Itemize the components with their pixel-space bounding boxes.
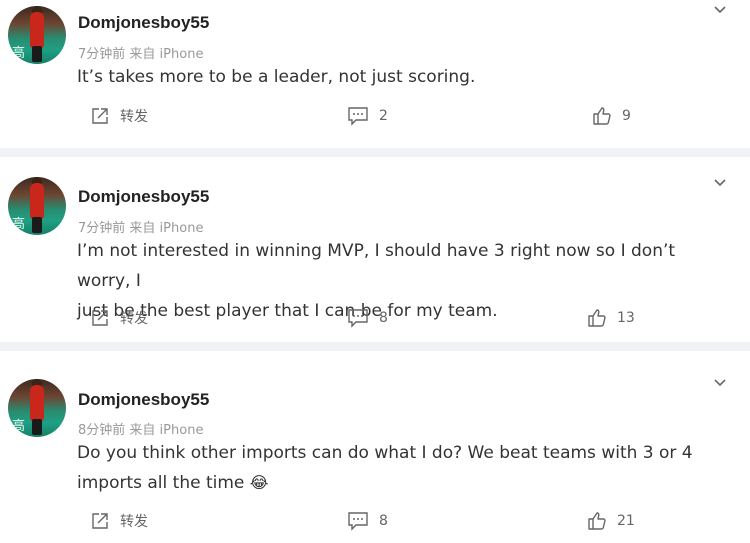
comment-count: 2 — [379, 108, 388, 124]
thumbs-up-icon — [588, 512, 606, 530]
avatar[interactable]: 高 — [8, 177, 66, 235]
source: 来自 iPhone — [129, 47, 204, 62]
timestamp: 8分钟前 — [78, 423, 126, 438]
avatar[interactable]: 高 — [8, 6, 66, 64]
username[interactable]: Domjonesboy55 — [78, 187, 209, 207]
comment-count: 8 — [379, 513, 388, 529]
text-line: Do you think other imports can do what I… — [77, 443, 693, 463]
repost-icon — [92, 108, 108, 124]
avatar[interactable]: 高 — [8, 379, 66, 437]
comment-card: 高 Domjonesboy55 7分钟前 来自 iPhone I’m not i… — [0, 157, 750, 342]
repost-button[interactable]: 转发 — [90, 106, 148, 126]
timestamp: 7分钟前 — [78, 47, 126, 62]
repost-button[interactable]: 转发 — [90, 308, 148, 328]
like-button[interactable]: 9 — [592, 106, 631, 126]
text-line: imports all the time 😂 — [77, 473, 269, 493]
text-line: It’s takes more to be a leader, not just… — [77, 67, 476, 87]
comment-icon — [348, 512, 368, 531]
like-button[interactable]: 21 — [587, 511, 635, 531]
like-count: 21 — [617, 513, 635, 529]
laughing-emoji: 😂 — [249, 473, 269, 492]
source: 来自 iPhone — [129, 221, 204, 236]
repost-button[interactable]: 转发 — [90, 511, 148, 531]
comment-text: It’s takes more to be a leader, not just… — [77, 62, 727, 92]
timestamp: 7分钟前 — [78, 221, 126, 236]
thumbs-up-icon — [593, 107, 611, 125]
repost-label: 转发 — [120, 311, 148, 327]
repost-label: 转发 — [120, 109, 148, 125]
post-meta: 7分钟前 来自 iPhone — [78, 43, 203, 62]
divider — [0, 342, 750, 351]
comment-button[interactable]: 2 — [347, 106, 388, 126]
username[interactable]: Domjonesboy55 — [78, 13, 209, 33]
repost-icon — [92, 310, 108, 326]
divider — [0, 148, 750, 157]
username[interactable]: Domjonesboy55 — [78, 390, 209, 410]
like-count: 9 — [622, 108, 631, 124]
post-meta: 8分钟前 来自 iPhone — [78, 419, 203, 438]
thumbs-up-icon — [588, 309, 606, 327]
repost-label: 转发 — [120, 514, 148, 530]
post-meta: 7分钟前 来自 iPhone — [78, 217, 203, 236]
chevron-down-icon[interactable] — [712, 375, 728, 391]
like-button[interactable]: 13 — [587, 308, 635, 328]
comment-text: Do you think other imports can do what I… — [77, 438, 727, 498]
chevron-down-icon[interactable] — [712, 175, 728, 191]
like-count: 13 — [617, 310, 635, 326]
repost-icon — [92, 513, 108, 529]
source: 来自 iPhone — [129, 423, 204, 438]
comment-icon — [348, 107, 368, 126]
comment-button[interactable]: 8 — [347, 308, 388, 328]
comment-card: 高 Domjonesboy55 8分钟前 来自 iPhone Do you th… — [0, 351, 750, 543]
comment-button[interactable]: 8 — [347, 511, 388, 531]
comment-feed: 高 Domjonesboy55 7分钟前 来自 iPhone It’s take… — [0, 0, 750, 543]
comment-card: 高 Domjonesboy55 7分钟前 来自 iPhone It’s take… — [0, 0, 750, 148]
comment-icon — [348, 309, 368, 328]
text-line: I’m not interested in winning MVP, I sho… — [77, 241, 676, 291]
chevron-down-icon[interactable] — [712, 2, 728, 18]
comment-count: 8 — [379, 310, 388, 326]
